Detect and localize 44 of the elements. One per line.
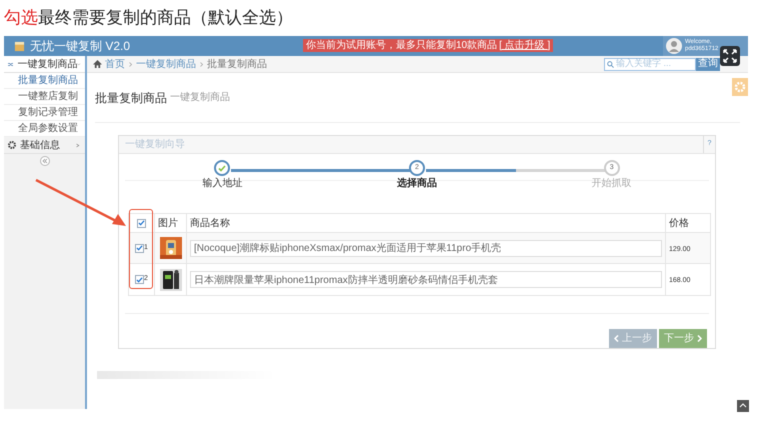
caret-icon bbox=[75, 142, 81, 148]
fullscreen-icon[interactable] bbox=[720, 46, 740, 66]
upgrade-link[interactable]: [ 点击升级 ] bbox=[499, 40, 550, 50]
search-button[interactable]: 查询 bbox=[696, 58, 720, 70]
heading-text: 勾选最终需要复制的商品（默认全选） bbox=[4, 7, 293, 30]
step-label: 开始抓取 bbox=[592, 178, 632, 190]
breadcrumb-link[interactable]: 一键复制商品 bbox=[136, 56, 196, 72]
sidebar-item[interactable]: 全局参数设置 bbox=[4, 121, 85, 137]
chevron-right-icon bbox=[200, 62, 203, 66]
breadcrumb-link[interactable]: 批量复制商品 bbox=[207, 56, 267, 72]
breadcrumb-link[interactable]: 首页 bbox=[105, 56, 125, 72]
page-subtitle: 一键复制商品 bbox=[170, 90, 230, 105]
sidebar-item[interactable]: 批量复制商品 bbox=[4, 73, 85, 89]
column-header: 商品名称 bbox=[187, 214, 666, 232]
checkbox[interactable] bbox=[135, 275, 144, 284]
app-title: 无忧一键复制 V2.0 bbox=[30, 38, 130, 55]
collapse-icon[interactable] bbox=[40, 156, 50, 166]
step-label: 输入地址 bbox=[202, 178, 242, 190]
step-label: 选择商品 bbox=[396, 178, 437, 190]
checkbox[interactable] bbox=[135, 244, 144, 252]
product-name-field[interactable]: [Nocoque]潮牌标贴iphoneXsmax/promax光面适用于苹果11pro手机壳 bbox=[190, 240, 662, 256]
sidebar-group[interactable]: 基础信息 bbox=[4, 137, 85, 154]
wizard-title: 一键复制向导 bbox=[125, 138, 185, 152]
search-icon bbox=[607, 60, 614, 68]
check-icon bbox=[218, 164, 226, 172]
trial-notice: 你当前为试用账号，最多只能复制10款商品 bbox=[306, 40, 498, 50]
page-title: 批量复制商品 bbox=[95, 90, 167, 106]
home-icon bbox=[93, 60, 102, 68]
sidebar-group[interactable]: 一键复制商品 bbox=[4, 56, 85, 73]
column-header: 图片 bbox=[155, 214, 187, 232]
sidebar-item[interactable]: 一键整店复制 bbox=[4, 89, 85, 105]
box-icon bbox=[14, 40, 25, 52]
product-name-field[interactable]: 日本潮牌限量苹果iphone11promax防摔半透明磨砂条码情侣手机壳套 bbox=[190, 271, 662, 288]
search-field[interactable]: 输入关键字 ... bbox=[604, 58, 696, 70]
chevron-right-icon bbox=[697, 335, 702, 342]
checkbox[interactable] bbox=[137, 218, 146, 228]
sidebar-item[interactable]: 复制记录管理 bbox=[4, 105, 85, 121]
avatar-icon bbox=[666, 38, 682, 54]
gear-icon bbox=[8, 141, 16, 149]
back-to-top-icon[interactable] bbox=[737, 400, 749, 412]
column-header: 价格 bbox=[668, 216, 690, 230]
shuffle-icon bbox=[8, 60, 14, 68]
chevron-right-icon bbox=[129, 62, 132, 66]
chevron-left-icon bbox=[614, 335, 619, 342]
